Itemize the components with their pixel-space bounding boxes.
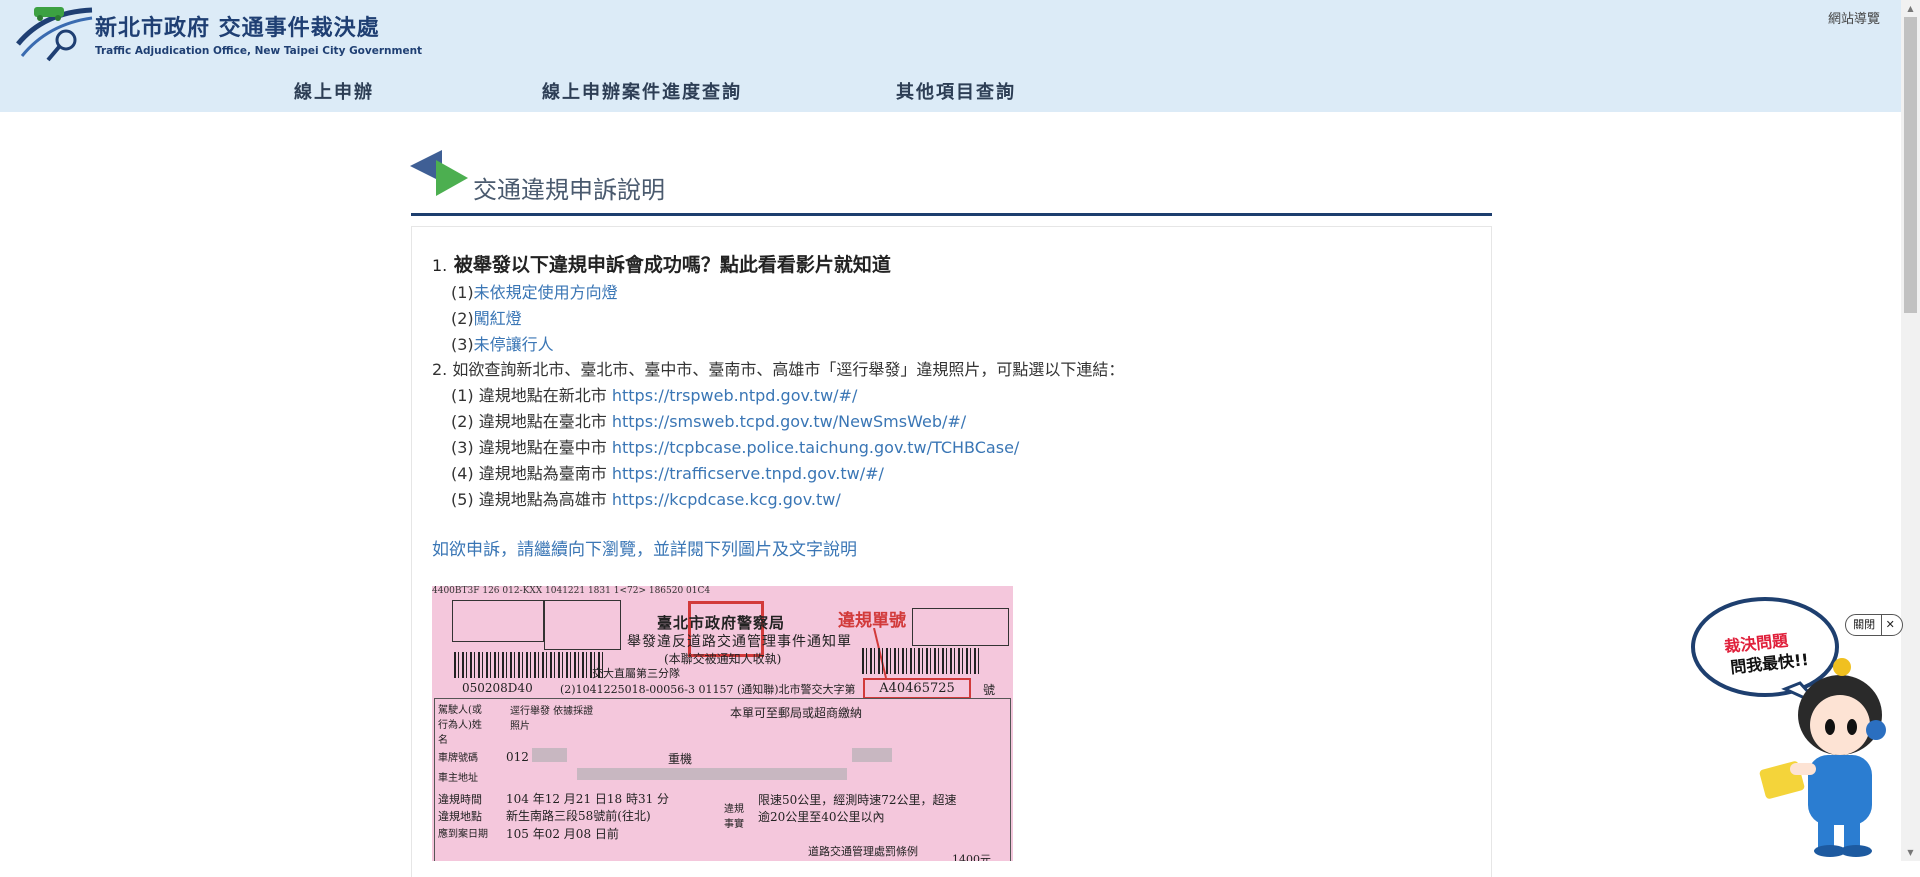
ticket-dept: 交大直屬第三分隊 — [592, 667, 680, 680]
ticket-top-code: 4400BT3F 126 012-KXX 1041221 1831 1<72> … — [432, 586, 711, 596]
close-label: 關閉 — [1853, 618, 1876, 631]
link-taipei[interactable]: https://smsweb.tcpd.gov.tw/NewSmsWeb/#/ — [612, 412, 966, 431]
video-link-heading[interactable]: 被舉發以下違規申訴會成功嗎？點此看看影片就知道 — [454, 254, 891, 276]
list-item: (2) 違規地點在臺北市 https://smsweb.tcpd.gov.tw/… — [451, 408, 966, 432]
payment-note: 本單可至郵局或超商繳納 — [730, 706, 863, 720]
nav-other-query[interactable]: 其他項目查詢 — [896, 78, 1016, 104]
link-prefix: (5) 違規地點為高雄市 — [451, 490, 607, 509]
link-tainan[interactable]: https://trafficserve.tnpd.gov.tw/#/ — [612, 464, 884, 483]
video-link-pedestrian[interactable]: 未停讓行人 — [474, 335, 554, 354]
chatbot-close-button[interactable]: 關閉 ✕ — [1845, 614, 1903, 636]
redacted-area — [532, 748, 567, 762]
ticket-title: 臺北市政府警察局 — [657, 614, 786, 632]
list-item: (1)未依規定使用方向燈 — [451, 279, 618, 303]
list-prefix: (2) — [451, 309, 474, 328]
notice-link[interactable]: 如欲申訴，請繼續向下瀏覽，並詳閱下列圖片及文字說明 — [432, 540, 857, 560]
link-prefix: (2) 違規地點在臺北市 — [451, 412, 607, 431]
ticket-sample-image: 4400BT3F 126 012-KXX 1041221 1831 1<72> … — [432, 586, 1013, 861]
due-label: 應到案日期 — [438, 829, 488, 840]
title-divider — [411, 213, 1492, 216]
plate-value: 012 — [506, 750, 529, 764]
link-prefix: (3) 違規地點在臺中市 — [451, 438, 607, 457]
place-label: 違規地點 — [438, 810, 482, 823]
fine-amount: 1400元 — [952, 853, 991, 861]
item2-text: 2. 如欲查詢新北市、臺北市、臺中市、臺南市、高雄市「逕行舉發」違規照片，可點選… — [432, 360, 1125, 379]
notice: 如欲申訴，請繼續向下瀏覽，並詳閱下列圖片及文字說明 — [432, 535, 857, 560]
link-prefix: (1) 違規地點在新北市 — [451, 386, 607, 405]
list-item: (2)闖紅燈 — [451, 305, 522, 329]
close-icon: ✕ — [1880, 615, 1895, 635]
place-value: 新生南路三段58號前(往北) — [506, 809, 651, 823]
plate-label: 車牌號碼 — [438, 753, 478, 764]
nav-online-application[interactable]: 線上申辦 — [294, 78, 374, 104]
section-arrow-icon — [410, 150, 468, 196]
barcode — [862, 648, 982, 674]
driver-label: 駕駛人(或行為人)姓名 — [438, 705, 482, 746]
site-subtitle: Traffic Adjudication Office, New Taipei … — [95, 45, 423, 57]
video-link-red-light[interactable]: 闖紅燈 — [474, 309, 522, 328]
list-prefix: (1) — [451, 283, 474, 302]
page-scrollbar[interactable]: ▲ ▼ — [1901, 0, 1920, 861]
vehicle-type: 重機 — [668, 752, 693, 766]
fact-value-1: 限速50公里，經測時速72公里，超速 — [758, 793, 957, 807]
ticket-subtitle: 舉發違反道路交通管理事件通知單 — [627, 634, 852, 650]
ticket-suffix: 號 — [983, 683, 996, 697]
redacted-area — [852, 748, 892, 762]
item1-heading: 1. 被舉發以下違規申訴會成功嗎？點此看看影片就知道 — [432, 250, 891, 277]
ticket-code-left: 050208D40 — [462, 681, 533, 695]
video-link-turn-signal[interactable]: 未依規定使用方向燈 — [474, 283, 618, 302]
list-item: (1) 違規地點在新北市 https://trspweb.ntpd.gov.tw… — [451, 382, 857, 406]
link-prefix: (4) 違規地點為臺南市 — [451, 464, 607, 483]
fact-label: 違規事實 — [724, 804, 744, 830]
scroll-down-arrow-icon[interactable]: ▼ — [1901, 844, 1920, 861]
ticket-number: A40465725 — [863, 678, 971, 699]
scroll-up-arrow-icon[interactable]: ▲ — [1901, 0, 1920, 17]
list-item: (3)未停讓行人 — [451, 331, 554, 355]
list-item: (3) 違規地點在臺中市 https://tcpbcase.police.tai… — [451, 434, 1019, 458]
list-item: (5) 違規地點為高雄市 https://kcpdcase.kcg.gov.tw… — [451, 486, 841, 510]
driver-value: 逕行舉發 依據採證照片 — [510, 706, 594, 732]
site-title[interactable]: 新北市政府 交通事件裁決處 — [95, 10, 380, 42]
ticket-code-mid: (2)1041225018-00056-3 01157 (通知聯)北市警交大字第 — [560, 683, 856, 696]
redacted-area — [577, 768, 847, 780]
link-kaohsiung[interactable]: https://kcpdcase.kcg.gov.tw/ — [612, 490, 841, 509]
link-taichung[interactable]: https://tcpbcase.police.taichung.gov.tw/… — [612, 438, 1019, 457]
link-new-taipei[interactable]: https://trspweb.ntpd.gov.tw/#/ — [612, 386, 857, 405]
logo-icon[interactable] — [14, 4, 94, 62]
site-header: 新北市政府 交通事件裁決處 Traffic Adjudication Offic… — [0, 0, 1901, 112]
list-prefix: (3) — [451, 335, 474, 354]
time-label: 違規時間 — [438, 793, 482, 806]
fact-value-2: 逾20公里至40公里以內 — [758, 810, 885, 824]
owner-label: 車主地址 — [438, 773, 478, 784]
barcode — [454, 652, 604, 678]
sitemap-link[interactable]: 網站導覽 — [1828, 8, 1880, 27]
nav-progress-query[interactable]: 線上申辦案件進度查詢 — [542, 78, 742, 104]
time-value: 104 年12 月21 日18 時31 分 — [506, 792, 670, 806]
list-item: (4) 違規地點為臺南市 https://trafficserve.tnpd.g… — [451, 460, 884, 484]
item1-number: 1. — [432, 256, 448, 275]
ticket-copy-note: (本聯交被通知人收執) — [664, 652, 782, 666]
due-value: 105 年02 月08 日前 — [506, 827, 619, 841]
page-title: 交通違規申訴說明 — [473, 176, 665, 204]
scroll-thumb[interactable] — [1904, 17, 1917, 313]
law-label: 道路交通管理處罰條例 — [808, 845, 918, 858]
